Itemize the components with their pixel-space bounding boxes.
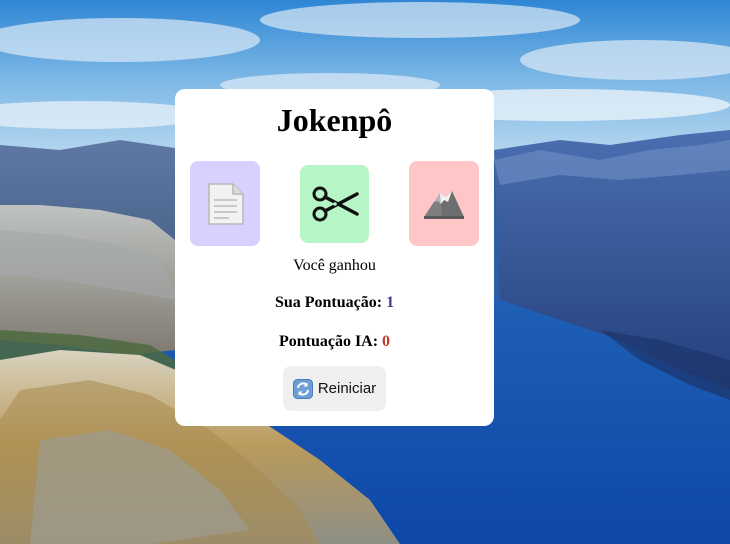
ai-score: Pontuação IA: 0 (175, 333, 494, 351)
rock-choice-button[interactable] (409, 161, 479, 246)
paper-choice-button[interactable] (190, 161, 260, 246)
refresh-icon (292, 378, 313, 399)
player-score: Sua Pontuação: 1 (175, 294, 494, 312)
ai-score-value: 0 (382, 333, 391, 350)
mountain-icon (424, 190, 464, 219)
page-title: Jokenpô (276, 102, 393, 138)
scissors-choice-button[interactable] (300, 165, 369, 243)
paper-document-icon (208, 182, 244, 225)
player-score-value: 1 (386, 294, 395, 311)
game-card: Jokenpô Você ganhou Sua Pontuação: 1 Pon… (175, 89, 494, 426)
player-score-label: Sua Pontuação: (274, 294, 383, 311)
scissors-icon (312, 186, 359, 222)
result-text: Você ganhou (293, 257, 376, 274)
restart-button[interactable]: Reiniciar (283, 366, 386, 411)
restart-label: Reiniciar (317, 380, 377, 397)
ai-score-label: Pontuação IA: (278, 333, 379, 350)
